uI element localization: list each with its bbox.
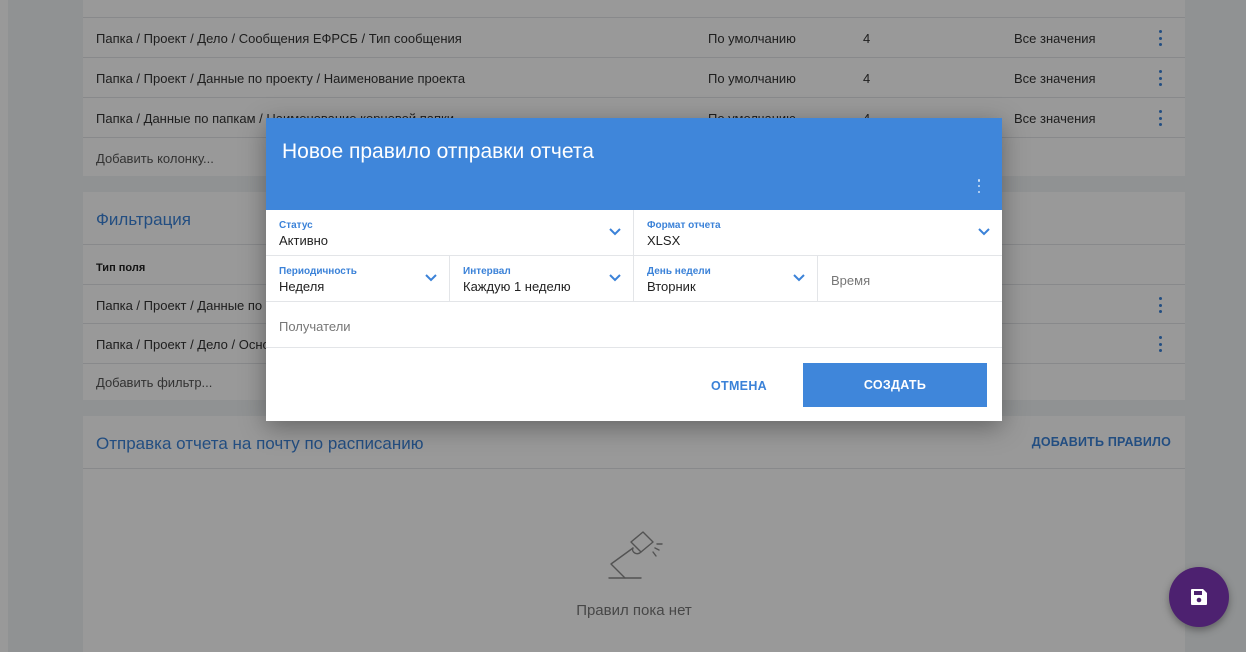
chevron-down-icon <box>425 274 437 282</box>
status-label: Статус <box>279 220 313 231</box>
time-placeholder: Время <box>831 273 871 288</box>
status-select[interactable]: Статус Активно <box>266 210 634 256</box>
interval-value: Каждую 1 неделю <box>463 279 571 294</box>
chevron-down-icon <box>978 228 990 236</box>
save-icon <box>1191 589 1207 605</box>
status-value: Активно <box>279 233 329 248</box>
new-rule-dialog: Новое правило отправки отчета Статус Акт… <box>266 118 1002 421</box>
weekday-select[interactable]: День недели Вторник <box>634 256 818 302</box>
interval-select[interactable]: Интервал Каждую 1 неделю <box>450 256 634 302</box>
chevron-down-icon <box>609 228 621 236</box>
report-format-label: Формат отчета <box>647 220 721 231</box>
chevron-down-icon <box>609 274 621 282</box>
save-button[interactable] <box>1169 567 1229 627</box>
dialog-header: Новое правило отправки отчета <box>266 118 1002 210</box>
recipients-placeholder: Получатели <box>279 319 351 334</box>
more-vert-icon[interactable] <box>976 179 982 193</box>
periodicity-select[interactable]: Периодичность Неделя <box>266 256 450 302</box>
periodicity-label: Периодичность <box>279 266 357 277</box>
cancel-button[interactable]: ОТМЕНА <box>699 364 779 408</box>
interval-label: Интервал <box>463 266 511 277</box>
periodicity-value: Неделя <box>279 279 325 294</box>
weekday-label: День недели <box>647 266 711 277</box>
report-format-select[interactable]: Формат отчета XLSX <box>634 210 1002 256</box>
weekday-value: Вторник <box>647 279 696 294</box>
create-button[interactable]: СОЗДАТЬ <box>803 363 987 407</box>
dialog-title: Новое правило отправки отчета <box>282 140 594 163</box>
chevron-down-icon <box>793 274 805 282</box>
time-field[interactable]: Время <box>818 256 1002 302</box>
report-format-value: XLSX <box>647 233 681 248</box>
recipients-field[interactable]: Получатели <box>266 302 1002 348</box>
